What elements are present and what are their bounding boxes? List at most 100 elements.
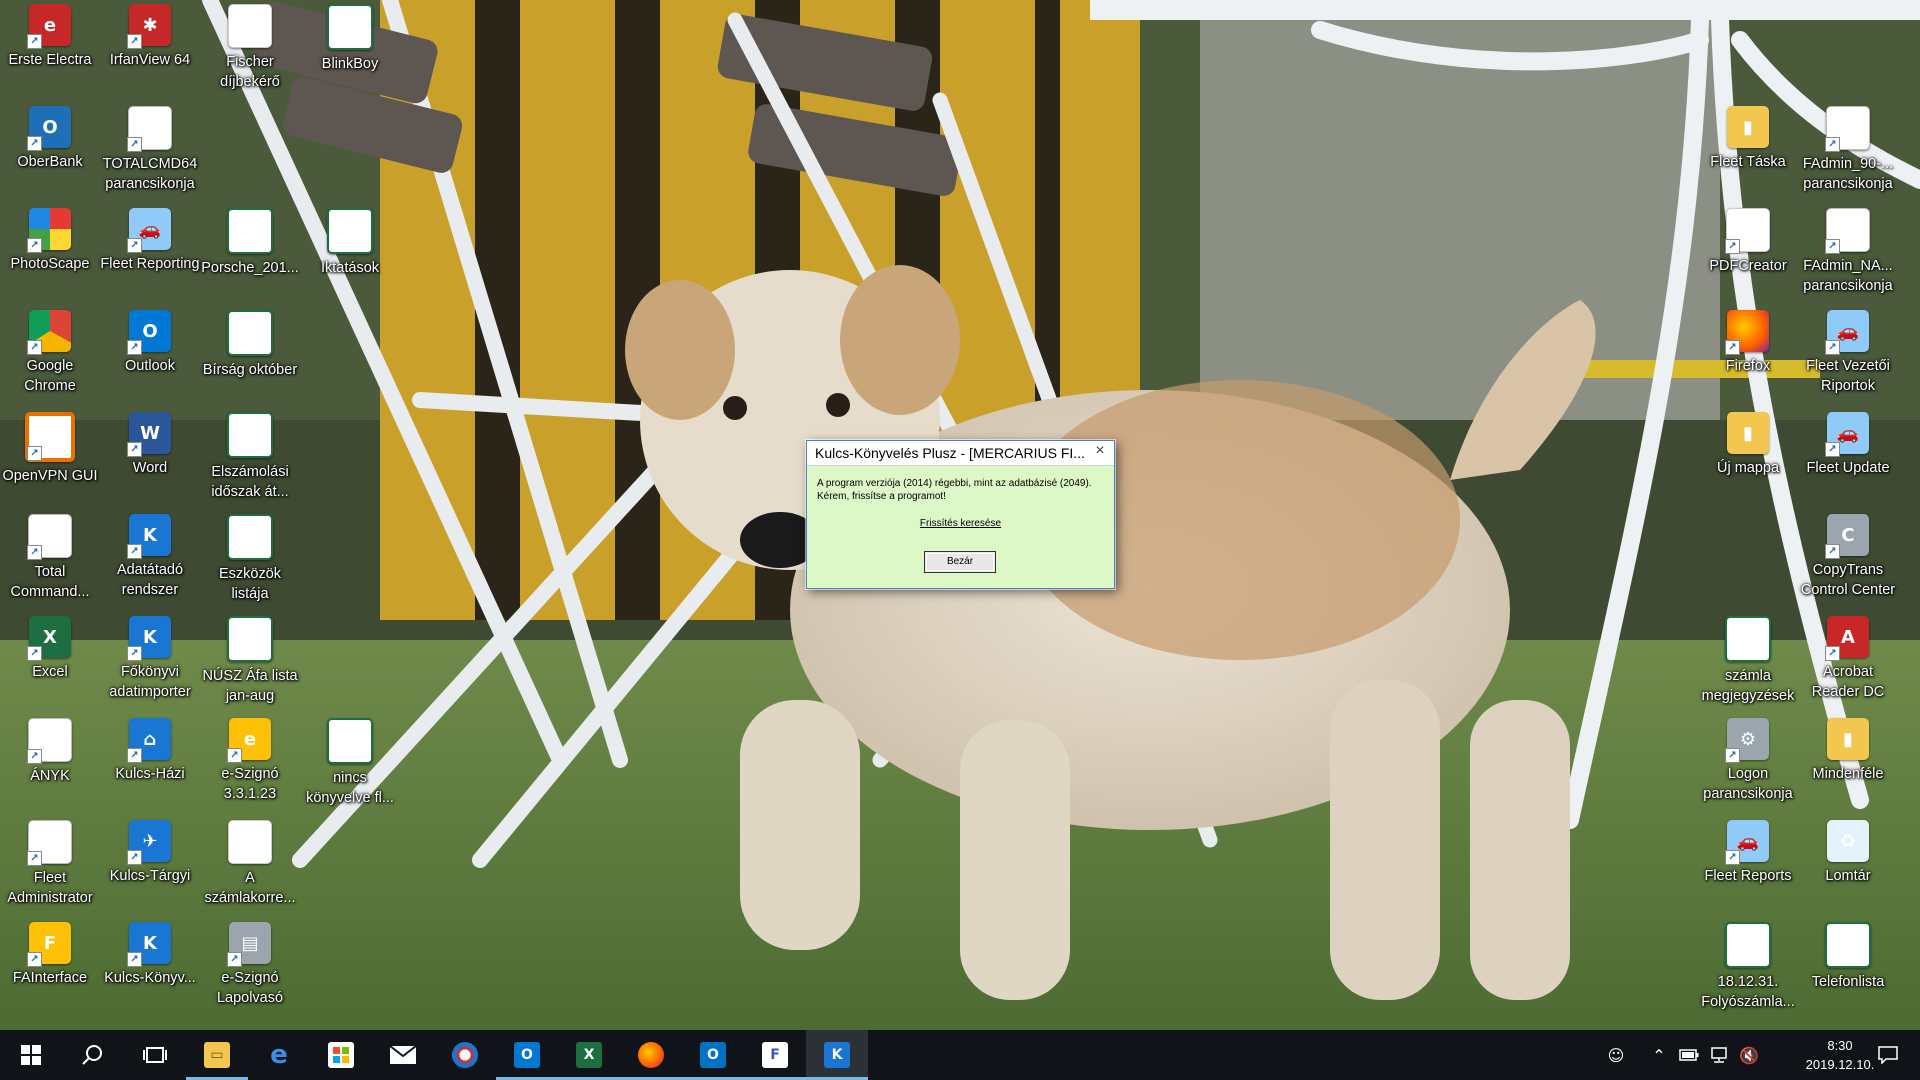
close-button[interactable]: Bezár [924, 551, 996, 573]
desktop-icon-birsag[interactable]: X Bírság október [200, 306, 300, 408]
desktop-icon-fadmin-90[interactable]: F FAdmin_90-... parancsikonja [1798, 102, 1898, 204]
desktop-icon-szamlakorre[interactable]: PDF A számlakorre... [200, 816, 300, 918]
desktop-icon-label: Mindenféle [1812, 766, 1884, 782]
desktop-icon-elszamolasi[interactable]: X Elszámolási időszak át... [200, 408, 300, 510]
taskbar-firefox[interactable] [620, 1030, 682, 1080]
desktop-icon-fleet-reporting[interactable]: 🚗 Fleet Reporting [100, 204, 200, 306]
desktop-icon-e-szigno-lapolvaso[interactable]: ▤ e-Szignó Lapolvasó [200, 918, 300, 1020]
taskbar-edge[interactable]: e [248, 1030, 310, 1080]
total-commander-icon: TC [127, 106, 172, 152]
desktop-icon-label: Fleet Táska [1710, 154, 1786, 170]
taskbar-excel[interactable]: X [558, 1030, 620, 1080]
outlook-icon: O [700, 1042, 726, 1068]
desktop-icon-excel[interactable]: X Excel [0, 612, 100, 714]
desktop-icon-word[interactable]: W Word [100, 408, 200, 510]
desktop-icon-kulcs-hazi[interactable]: ⌂ Kulcs-Házi [100, 714, 200, 816]
desktop-icon-openvpn[interactable]: OpenVPN GUI [0, 408, 100, 510]
desktop-icon-telefonlista[interactable]: X Telefonlista [1798, 918, 1898, 1020]
desktop-icon-totalcmd64[interactable]: TC TOTALCMD64 parancsikonja [100, 102, 200, 204]
desktop-icon-lomtar[interactable]: ♻ Lomtár [1798, 816, 1898, 918]
desktop-icon-adatatado[interactable]: K Adatátadó rendszer [100, 510, 200, 612]
folder-icon: ▮ [1727, 106, 1769, 148]
desktop-icon-label: Total Command... [10, 564, 90, 600]
desktop-icon-label: BlinkBoy [321, 56, 379, 72]
network-icon[interactable] [1704, 1030, 1734, 1080]
desktop-icon-fleet-reports[interactable]: 🚗 Fleet Reports [1698, 816, 1798, 918]
start-button[interactable] [0, 1030, 62, 1080]
folder-icon: ▮ [1727, 412, 1769, 454]
close-icon[interactable]: × [1092, 442, 1108, 460]
desktop-icon-fleet-administrator[interactable]: F Fleet Administrator [0, 816, 100, 918]
task-view-button[interactable] [124, 1030, 186, 1080]
desktop-icon-blinkboy[interactable]: X BlinkBoy [300, 0, 400, 102]
desktop-icon-fleet-taska[interactable]: ▮ Fleet Táska [1698, 102, 1798, 204]
desktop-icon-label: Fischer díjbekérő [220, 54, 280, 90]
desktop-icon-porsche[interactable]: X Porsche_201... [200, 204, 300, 306]
desktop-icon-fleet-update[interactable]: 🚗 Fleet Update [1798, 408, 1898, 510]
volume-muted-icon[interactable]: 🔇 [1734, 1030, 1764, 1080]
desktop-icon-fischer[interactable]: PDF Fischer díjbekérő [200, 0, 300, 102]
excel-file-icon: X [327, 718, 373, 764]
desktop-icon-folyoszamla[interactable]: X 18.12.31. Folyószámla... [1698, 918, 1798, 1020]
desktop-icon-photoscape[interactable]: PhotoScape [0, 204, 100, 306]
desktop-icon-anyk[interactable]: Á ÁNYK [0, 714, 100, 816]
taskbar-file-explorer[interactable]: ▭ [186, 1030, 248, 1080]
desktop-icon-label: OberBank [17, 154, 83, 170]
desktop-icon-iktatasok[interactable]: X Iktatások [300, 204, 400, 306]
desktop-icon-szamla-megjegyzesek[interactable]: X számla megjegyzések [1698, 612, 1798, 714]
check-update-link[interactable]: Frissítés keresése [807, 518, 1114, 529]
desktop-icon-label: OpenVPN GUI [2, 468, 98, 484]
desktop-icon-label: NÚSZ Áfa lista jan-aug [202, 668, 298, 704]
desktop-icon-nincs-konyvelve[interactable]: X nincs könyvelve fl... [300, 714, 400, 816]
search-button[interactable] [62, 1030, 124, 1080]
taskbar-paint[interactable] [434, 1030, 496, 1080]
chevron-up-icon[interactable]: ⌃ [1644, 1030, 1674, 1080]
desktop-icon-fleet-vezetoi[interactable]: 🚗 Fleet Vezetői Riportok [1798, 306, 1898, 408]
desktop-icon-google-chrome[interactable]: Google Chrome [0, 306, 100, 408]
desktop-icon-copytrans[interactable]: C CopyTrans Control Center [1798, 510, 1898, 612]
irfanview-icon: ✱ [127, 4, 171, 49]
excel-file-icon: X [1825, 922, 1871, 968]
kulcs-konyveles-icon: K [824, 1042, 850, 1068]
desktop-icon-pdfcreator[interactable]: PDF PDFCreator [1698, 204, 1798, 306]
excel-file-icon: X [227, 412, 273, 458]
desktop-icon-fainterface[interactable]: F FAInterface [0, 918, 100, 1020]
taskbar-outlook-2[interactable]: O [682, 1030, 744, 1080]
taskbar-store[interactable] [310, 1030, 372, 1080]
desktop-icon-firefox[interactable]: Firefox [1698, 306, 1798, 408]
taskbar-outlook[interactable]: O [496, 1030, 558, 1080]
desktop-icon-logon[interactable]: ⚙ Logon parancsikonja [1698, 714, 1798, 816]
desktop-icon-total-commander[interactable]: TC Total Command... [0, 510, 100, 612]
dialog-titlebar[interactable]: Kulcs-Könyvelés Plusz - [MERCARIUS FI...… [807, 441, 1114, 466]
desktop-icon-outlook[interactable]: O Outlook [100, 306, 200, 408]
battery-icon[interactable] [1674, 1030, 1704, 1080]
desktop-icon-kulcs-targyi[interactable]: ✈ Kulcs-Tárgyi [100, 816, 200, 918]
desktop-icon-label: 18.12.31. Folyószámla... [1701, 974, 1795, 1010]
taskbar-kulcs-konyveles[interactable]: K [806, 1030, 868, 1080]
desktop-icon-mindenfele[interactable]: ▮ Mindenféle [1798, 714, 1898, 816]
desktop-icon-fadmin-na[interactable]: F FAdmin_NA... parancsikonja [1798, 204, 1898, 306]
taskbar-mail[interactable] [372, 1030, 434, 1080]
excel-file-icon: X [227, 616, 273, 662]
desktop-icon-erste-electra[interactable]: e Erste Electra [0, 0, 100, 102]
excel-icon: X [576, 1042, 602, 1068]
desktop-icon-label: számla megjegyzések [1701, 668, 1795, 704]
desktop-icon-e-szigno[interactable]: e e-Szignó 3.3.1.23 [200, 714, 300, 816]
desktop-icon-irfanview[interactable]: ✱ IrfanView 64 [100, 0, 200, 102]
taskbar-fleet-admin[interactable]: F [744, 1030, 806, 1080]
kulcs-app-icon: K [127, 616, 171, 661]
desktop-icon-kulcs-konyveles[interactable]: K Kulcs-Könyv... [100, 918, 200, 1020]
desktop-icon-label: IrfanView 64 [109, 52, 191, 68]
desktop-icon-fokonyvi[interactable]: K Főkönyvi adatimporter [100, 612, 200, 714]
desktop-icon-acrobat[interactable]: A Acrobat Reader DC [1798, 612, 1898, 714]
desktop-icon-uj-mappa[interactable]: ▮ Új mappa [1698, 408, 1798, 510]
people-icon[interactable]: ☺ [1598, 1030, 1634, 1080]
desktop-icon-oberbank[interactable]: O OberBank [0, 102, 100, 204]
desktop-icon-eszkozok[interactable]: X Eszközök listája [200, 510, 300, 612]
pdf-file-icon: PDF [228, 4, 272, 48]
notification-icon[interactable] [1866, 1030, 1910, 1080]
dialog-message: A program verziója (2014) régebbi, mint … [817, 478, 1092, 502]
total-commander-icon: TC [27, 514, 72, 560]
fleet-admin-icon: F [27, 820, 72, 866]
desktop-icon-nusz[interactable]: X NÚSZ Áfa lista jan-aug [200, 612, 300, 714]
